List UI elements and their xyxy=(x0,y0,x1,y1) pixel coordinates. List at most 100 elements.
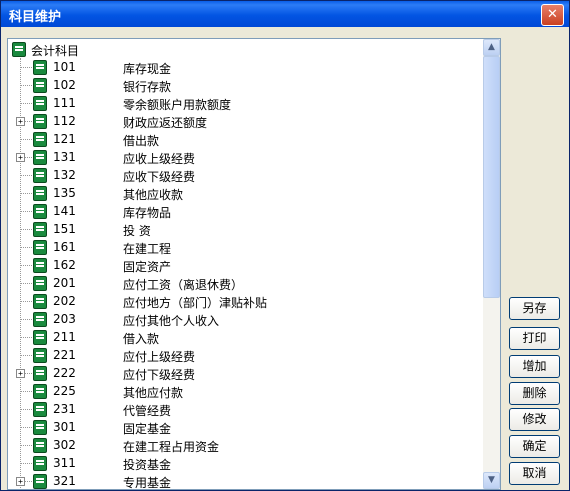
add-button[interactable]: 增加 xyxy=(509,355,560,378)
expand-toggle-icon[interactable]: + xyxy=(16,369,25,378)
save-as-button[interactable]: 另存 xyxy=(509,297,560,320)
tree-item[interactable]: +112 财政应返还额度 xyxy=(8,112,480,130)
account-name: 应付上级经费 xyxy=(123,350,196,364)
tree-item[interactable]: 161 在建工程 xyxy=(8,238,480,256)
tree-item[interactable]: 101 库存现金 xyxy=(8,58,480,76)
tree-item[interactable]: 301 固定基金 xyxy=(8,418,480,436)
account-code: 302 xyxy=(53,438,76,452)
account-name: 应收下级经费 xyxy=(123,170,196,184)
window-title: 科目维护 xyxy=(9,10,62,25)
account-name: 库存现金 xyxy=(123,62,172,76)
tree-item[interactable]: 302 在建工程占用资金 xyxy=(8,436,480,454)
tree-item[interactable]: 111 零余额账户用款额度 xyxy=(8,94,480,112)
confirm-button[interactable]: 确定 xyxy=(509,435,560,458)
book-icon xyxy=(33,168,47,183)
account-name: 应付其他个人收入 xyxy=(123,314,220,328)
account-name: 在建工程 xyxy=(123,242,172,256)
tree-item[interactable]: +321 专用基金 xyxy=(8,472,480,490)
tree-item[interactable]: 132 应收下级经费 xyxy=(8,166,480,184)
scroll-up-button[interactable]: ▲ xyxy=(483,39,500,56)
tree-item[interactable]: 203 应付其他个人收入 xyxy=(8,310,480,328)
book-icon xyxy=(33,222,47,237)
account-name: 零余额账户用款额度 xyxy=(123,98,232,112)
tree-item[interactable]: 311 投资基金 xyxy=(8,454,480,472)
tree-item[interactable]: 202 应付地方（部门）津贴补贴 xyxy=(8,292,480,310)
tree-item[interactable]: 135 其他应收款 xyxy=(8,184,480,202)
tree-item[interactable]: 221 应付上级经费 xyxy=(8,346,480,364)
cancel-button[interactable]: 取消 xyxy=(509,462,560,485)
book-icon xyxy=(12,42,26,57)
modify-button[interactable]: 修改 xyxy=(509,408,560,431)
account-code: 111 xyxy=(53,96,76,110)
account-code: 102 xyxy=(53,78,76,92)
account-tree[interactable]: 会计科目 101 库存现金 102 银行存款 111 零余额账户用款额度 +112 财政应返还额… xyxy=(7,38,501,490)
tree-item[interactable]: 211 借入款 xyxy=(8,328,480,346)
account-code: 151 xyxy=(53,222,76,236)
account-code: 311 xyxy=(53,456,76,470)
book-icon xyxy=(33,60,47,75)
account-code: 301 xyxy=(53,420,76,434)
tree-item[interactable]: +131 应收上级经费 xyxy=(8,148,480,166)
tree-item[interactable]: +222 应付下级经费 xyxy=(8,364,480,382)
book-icon xyxy=(33,312,47,327)
delete-button[interactable]: 删除 xyxy=(509,382,560,405)
tree-item[interactable]: 151 投 资 xyxy=(8,220,480,238)
book-icon xyxy=(33,330,47,345)
account-name: 固定资产 xyxy=(123,260,172,274)
account-code: 201 xyxy=(53,276,76,290)
book-icon xyxy=(33,294,47,309)
account-name: 应收上级经费 xyxy=(123,152,196,166)
account-name: 财政应返还额度 xyxy=(123,116,208,130)
tree-item[interactable]: 162 固定资产 xyxy=(8,256,480,274)
scroll-thumb[interactable] xyxy=(483,56,500,298)
tree-root[interactable]: 会计科目 xyxy=(8,40,480,58)
book-icon xyxy=(33,240,47,255)
close-button[interactable]: ✕ xyxy=(541,4,564,26)
title-bar[interactable]: 科目维护 ✕ xyxy=(1,1,569,27)
book-icon xyxy=(33,420,47,435)
account-code: 162 xyxy=(53,258,76,272)
tree-root-label: 会计科目 xyxy=(31,44,80,58)
account-code: 121 xyxy=(53,132,76,146)
book-icon xyxy=(33,402,47,417)
book-icon xyxy=(33,150,47,165)
account-code: 141 xyxy=(53,204,76,218)
account-code: 131 xyxy=(53,150,76,164)
book-icon xyxy=(33,258,47,273)
book-icon xyxy=(33,438,47,453)
book-icon xyxy=(33,348,47,363)
dialog-window: 科目维护 ✕ 会计科目 101 库存现金 102 银行存款 111 零余额账户用款额度 +11… xyxy=(0,0,570,491)
account-code: 112 xyxy=(53,114,76,128)
tree-item[interactable]: 121 借出款 xyxy=(8,130,480,148)
tree-item[interactable]: 231 代管经费 xyxy=(8,400,480,418)
account-name: 专用基金 xyxy=(123,476,172,490)
book-icon xyxy=(33,204,47,219)
account-name: 固定基金 xyxy=(123,422,172,436)
account-name: 库存物品 xyxy=(123,206,172,220)
account-code: 225 xyxy=(53,384,76,398)
account-code: 203 xyxy=(53,312,76,326)
book-icon xyxy=(33,366,47,381)
tree-item[interactable]: 141 库存物品 xyxy=(8,202,480,220)
account-code: 222 xyxy=(53,366,76,380)
expand-toggle-icon[interactable]: + xyxy=(16,477,25,486)
print-button[interactable]: 打印 xyxy=(509,327,560,350)
expand-toggle-icon[interactable]: + xyxy=(16,153,25,162)
book-icon xyxy=(33,114,47,129)
account-code: 321 xyxy=(53,474,76,488)
tree-item[interactable]: 102 银行存款 xyxy=(8,76,480,94)
book-icon xyxy=(33,96,47,111)
account-name: 其他应付款 xyxy=(123,386,184,400)
book-icon xyxy=(33,186,47,201)
account-code: 211 xyxy=(53,330,76,344)
account-name: 投 资 xyxy=(123,224,151,238)
account-code: 161 xyxy=(53,240,76,254)
expand-toggle-icon[interactable]: + xyxy=(16,117,25,126)
tree-item[interactable]: 225 其他应付款 xyxy=(8,382,480,400)
scroll-down-button[interactable]: ▼ xyxy=(483,472,500,489)
tree-item[interactable]: 201 应付工资（离退休费） xyxy=(8,274,480,292)
vertical-scrollbar[interactable]: ▲ ▼ xyxy=(483,39,500,489)
account-code: 135 xyxy=(53,186,76,200)
account-name: 银行存款 xyxy=(123,80,172,94)
account-code: 202 xyxy=(53,294,76,308)
